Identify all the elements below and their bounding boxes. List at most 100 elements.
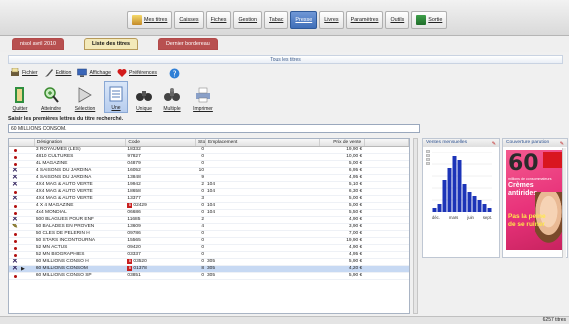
table-row[interactable]: 4810 CULTURES 97827 0 10,00 € xyxy=(9,154,409,161)
status-dot-icon xyxy=(14,156,17,159)
stock-cell: 0 xyxy=(201,245,205,250)
price-cell: 5,00 € xyxy=(348,196,363,201)
col-header-designation[interactable]: Désignation xyxy=(35,139,127,146)
table-row[interactable]: 60 MILLIONS CONSO SP 03851 0 305 5,90 € xyxy=(9,273,409,280)
table-row[interactable]: ✕ 4X4 MAG & AUTO VERTE 13377 3 5,00 € xyxy=(9,196,409,203)
tab-last-bordereau[interactable]: Dernier bordereau xyxy=(158,38,218,50)
code-cell: 13609 xyxy=(126,224,196,230)
menu-outils-button[interactable]: Outils xyxy=(385,11,410,29)
table-row[interactable]: 4x4 MONDIAL 06686 0 104 5,50 € xyxy=(9,210,409,217)
extra-cell xyxy=(365,189,409,195)
code-value: 11685 xyxy=(127,217,141,222)
code-cell: 11685 xyxy=(126,217,196,223)
col-header-price[interactable]: Prix de vente xyxy=(320,139,366,146)
extra-cell xyxy=(365,259,409,265)
code-value: 13377 xyxy=(127,196,141,201)
emplacement-cell xyxy=(206,252,320,258)
code-value: 13848 xyxy=(127,175,141,180)
menu-sortie-button[interactable]: Sortie xyxy=(411,11,448,29)
atteindre-button[interactable]: Atteindre xyxy=(36,81,66,113)
menu-fiches-button[interactable]: Fiches xyxy=(205,11,232,29)
table-row[interactable]: 50 STARS INCONTOURNA 15565 0 19,90 € xyxy=(9,238,409,245)
printer-icon xyxy=(196,87,210,103)
table-row[interactable]: ✕ 4 SAISONS DU JARDINA 16052 10 6,95 € xyxy=(9,168,409,175)
table-row[interactable]: ✕ ▶ 60 MILLIONS CONSOM B 01378 8 305 4,20 € xyxy=(9,266,409,273)
fichier-label: Fichier xyxy=(22,70,38,76)
menu-livres-button[interactable]: Livres xyxy=(319,11,344,29)
table-row[interactable]: ✎ 50 BALADES EN PROVEN 13609 4 3,90 € xyxy=(9,224,409,231)
code-value: 19942 xyxy=(127,182,141,187)
table-row[interactable]: 50 CLES DE PELERIN H 09786 0 7,00 € xyxy=(9,231,409,238)
unique-label: Unique xyxy=(136,106,152,112)
menu-tabac-button[interactable]: Tabac xyxy=(264,11,289,29)
table-body: 3 ROYAUMES (LES) 18332 0 19,90 € 4810 CULTUR… xyxy=(9,147,409,280)
menu-presse-button[interactable]: Presse xyxy=(290,11,318,29)
chart-nav-item[interactable] xyxy=(426,162,430,165)
row-status-cell xyxy=(9,210,35,216)
preferences-menu[interactable]: Préférences xyxy=(117,68,157,78)
pin-icon[interactable]: ✎ xyxy=(560,140,564,148)
chart-nav-item[interactable] xyxy=(426,150,430,153)
flag-badge: B xyxy=(127,266,133,271)
col-header-emplacement[interactable]: Emplacement xyxy=(206,139,321,146)
quit-button[interactable]: Quitter xyxy=(8,81,32,113)
stock-cell: 4 xyxy=(201,224,205,229)
status-dot-icon xyxy=(14,233,17,236)
tab-title-list[interactable]: Liste des titres xyxy=(84,38,139,50)
help-button[interactable]: ? xyxy=(169,68,180,79)
cover-line-3: antirides xyxy=(508,190,538,197)
chart-nav-item[interactable] xyxy=(426,154,430,157)
une-button[interactable]: Une xyxy=(104,81,128,113)
code-value: 03851 xyxy=(127,273,141,278)
col-header-code[interactable]: Code xyxy=(126,139,197,146)
menu-toolbar: Fichier Edition Affichage Préférences ? xyxy=(10,66,180,80)
emplacement-cell xyxy=(206,161,320,167)
menu-gestion-button[interactable]: Gestion xyxy=(233,11,263,29)
menu-param-tres-button[interactable]: Paramètres xyxy=(345,11,384,29)
table-row[interactable]: 52 MN BIOGRAPHIES 03337 0 4,95 € xyxy=(9,252,409,259)
tab-session-date[interactable]: nisol avril 2010 xyxy=(12,38,64,50)
quit-label: Quitter xyxy=(12,106,28,112)
table-row[interactable]: 4X4 MAG & AUTO VERTE 18658 0 104 6,30 € xyxy=(9,189,409,196)
multiple-button[interactable]: Multiple xyxy=(160,81,184,113)
affichage-menu[interactable]: Affichage xyxy=(77,68,111,78)
extra-cell xyxy=(365,245,409,251)
menu-mes-titres-button[interactable]: Mes titres xyxy=(127,11,173,29)
stock-cell: 0 xyxy=(201,203,205,208)
title-search-input[interactable] xyxy=(8,124,420,133)
unique-button[interactable]: Unique xyxy=(132,81,156,113)
table-row[interactable]: ✕ 4 SAISONS DU JARDINA 13848 9 4,95 € xyxy=(9,175,409,182)
fichier-menu[interactable]: Fichier xyxy=(10,68,38,78)
col-header-stock[interactable]: Stock xyxy=(196,139,207,146)
selection-button[interactable]: Sélection xyxy=(70,81,100,113)
cover-line-4: Pas la peine xyxy=(508,213,546,220)
cover-line-5: de se ruiner xyxy=(508,221,545,228)
menu-label: Gestion xyxy=(238,17,258,23)
table-row[interactable]: 3 ROYAUMES (LES) 18332 0 19,90 € xyxy=(9,147,409,154)
code-cell: 03851 xyxy=(126,273,196,279)
extra-cell xyxy=(365,266,409,272)
table-row[interactable]: 52 MN ACTUS 09420 0 4,90 € xyxy=(9,245,409,252)
status-bar: 6257 titres xyxy=(0,316,569,324)
table-row[interactable]: 4 X 4 MAGAZINE B 02429 0 104 5,00 € xyxy=(9,203,409,210)
cover-scrollbar[interactable] xyxy=(562,148,566,258)
chart-nav-item[interactable] xyxy=(426,158,430,161)
table-scrollbar[interactable] xyxy=(413,138,418,314)
code-value: 09786 xyxy=(127,231,141,236)
month-tick: mars xyxy=(448,215,459,220)
table-row[interactable]: 4L MAGAZINE 04879 0 5,00 € xyxy=(9,161,409,168)
cross-icon: ✕ xyxy=(12,175,18,181)
designation-cell: 4X4 MAG & AUTO VERTE xyxy=(35,182,93,187)
pin-icon[interactable]: ✎ xyxy=(492,140,496,148)
sales-bar xyxy=(452,156,457,212)
stock-cell: 10 xyxy=(198,168,205,173)
menu-caisses-button[interactable]: Caisses xyxy=(174,11,204,29)
table-row[interactable]: ✕ 4X4 MAG & AUTO VERTE 19942 2 104 5,10 € xyxy=(9,182,409,189)
edition-menu[interactable]: Edition xyxy=(44,68,71,78)
table-row[interactable]: ✕ 500 BLAGUES POUR ENF 11685 2 4,90 € xyxy=(9,217,409,224)
emplacement-cell xyxy=(206,168,320,174)
print-button[interactable]: Imprimer xyxy=(188,81,218,113)
menu-label: Paramètres xyxy=(350,17,379,23)
table-row[interactable]: ✕ 60 MILLIONS CONSO H B 03520 0 305 5,90 € xyxy=(9,259,409,266)
col-header-mark[interactable] xyxy=(9,139,35,146)
